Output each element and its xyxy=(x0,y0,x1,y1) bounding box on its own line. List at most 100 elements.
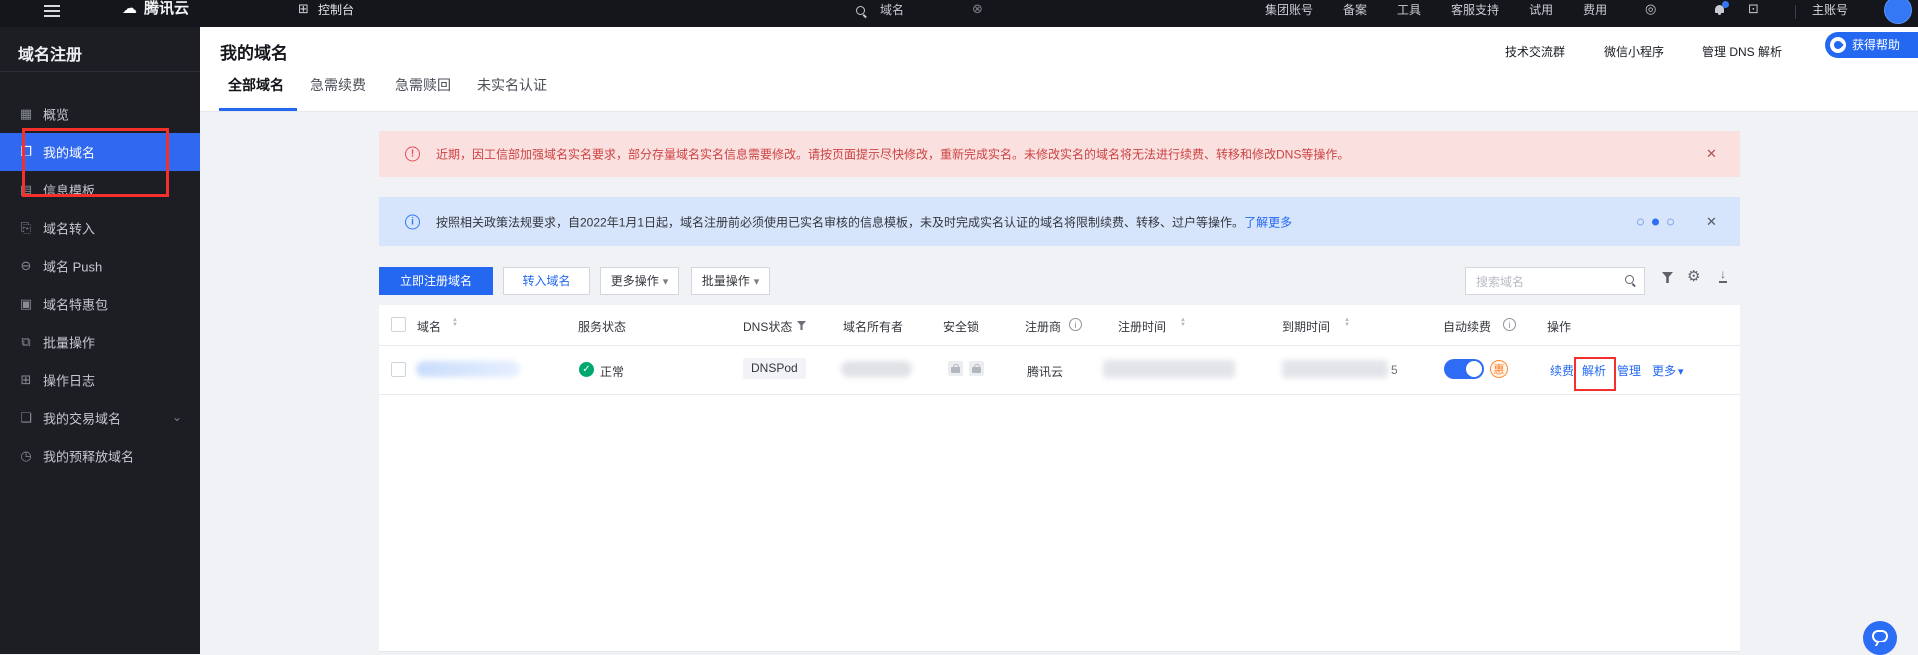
sort-icon-expire-time[interactable]: ▲▼ xyxy=(1343,318,1351,328)
domain-table-card: 域名 ▲▼ 服务状态 DNS状态 域名所有者 安全锁 注册商 i 注册时间 ▲▼… xyxy=(379,305,1740,652)
warning-banner: ! 近期，因工信部加强域名实名要求，部分存量域名实名信息需要修改。请按页面提示尽… xyxy=(379,131,1740,177)
info-template-icon: ▤ xyxy=(17,182,35,198)
active-tab-underline xyxy=(219,108,297,111)
update-lock-icon[interactable] xyxy=(969,361,984,376)
prerelease-icon: ◷ xyxy=(17,448,35,464)
sidebar-item-my-domains[interactable]: ❐ 我的域名 xyxy=(0,133,200,171)
menu-support[interactable]: 客服支持 xyxy=(1451,3,1499,17)
link-wechat-miniprogram[interactable]: 微信小程序 xyxy=(1604,43,1664,60)
col-domain-owner: 域名所有者 xyxy=(843,318,903,335)
account-label[interactable]: 主账号 xyxy=(1812,3,1848,17)
sidebar-item-domain-package[interactable]: ▣ 域名特惠包 xyxy=(0,285,200,323)
user-avatar[interactable] xyxy=(1884,0,1912,24)
topbar-divider xyxy=(1795,5,1796,19)
chevron-down-icon: ⌄ xyxy=(172,410,182,424)
col-expire-time: 到期时间 xyxy=(1282,318,1330,335)
info-icon-auto-renew[interactable]: i xyxy=(1503,318,1516,331)
tab-not-verified[interactable]: 未实名认证 xyxy=(477,75,547,95)
sidebar-item-operation-log[interactable]: ⊞ 操作日志 xyxy=(0,361,200,399)
sidebar-item-pre-release-domains[interactable]: ◷ 我的预释放域名 xyxy=(0,437,200,475)
more-actions-label: 更多操作 xyxy=(611,274,659,288)
sidebar-item-my-trade-domains[interactable]: ❏ 我的交易域名 ⌄ xyxy=(0,399,200,437)
sidebar-divider xyxy=(0,71,200,72)
warning-close-icon[interactable]: ✕ xyxy=(1706,146,1717,162)
overview-icon: ▦ xyxy=(17,106,35,122)
domain-name-redacted[interactable] xyxy=(416,361,520,377)
sidebar-item-label: 概览 xyxy=(43,105,69,124)
topbar-search-query[interactable]: 域名 xyxy=(880,3,904,17)
info-banner: i 按照相关政策法规要求，自2022年1月1日起，域名注册前必须使用已实名审核的… xyxy=(379,197,1740,246)
page-title: 我的域名 xyxy=(220,39,288,64)
caret-down-icon: ▾ xyxy=(663,276,669,288)
push-icon: ⊖ xyxy=(17,258,35,274)
sidebar-item-overview[interactable]: ▦ 概览 xyxy=(0,95,200,133)
learn-more-link[interactable]: 了解更多 xyxy=(1244,215,1292,229)
get-help-label: 获得帮助 xyxy=(1852,38,1900,52)
register-time-redacted xyxy=(1103,360,1235,378)
batch-actions-label: 批量操作 xyxy=(702,274,750,288)
search-clear-icon[interactable]: ⊗ xyxy=(972,2,983,16)
help-compass-icon xyxy=(1830,37,1846,53)
select-all-checkbox[interactable] xyxy=(391,317,406,332)
transfer-domain-button[interactable]: 转入域名 xyxy=(503,267,590,295)
sidebar-item-label: 操作日志 xyxy=(43,371,95,390)
renew-link[interactable]: 续费 xyxy=(1550,362,1574,379)
batch-actions-button[interactable]: 批量操作▾ xyxy=(691,267,770,295)
carousel-dots xyxy=(1637,218,1674,225)
sidebar-item-domain-transfer-in[interactable]: ⎘ 域名转入 xyxy=(0,209,200,247)
menu-icp[interactable]: 备案 xyxy=(1343,3,1367,17)
more-link[interactable]: 更多▾ xyxy=(1652,362,1684,379)
carousel-dot-2[interactable] xyxy=(1652,218,1659,225)
dns-resolve-link[interactable]: 解析 xyxy=(1582,362,1606,379)
tencent-cloud-logo[interactable]: 腾讯云 xyxy=(144,2,189,16)
info-icon-registrar[interactable]: i xyxy=(1069,318,1082,331)
carousel-dot-3[interactable] xyxy=(1667,218,1674,225)
log-icon: ⊞ xyxy=(17,372,35,388)
status-ok-icon: ✓ xyxy=(579,362,594,377)
trade-icon: ❏ xyxy=(17,410,35,426)
registrar-value: 腾讯云 xyxy=(1027,363,1063,380)
link-manage-dns[interactable]: 管理 DNS 解析 xyxy=(1702,43,1782,60)
row-checkbox[interactable] xyxy=(391,362,406,377)
sidebar-item-domain-push[interactable]: ⊖ 域名 Push xyxy=(0,247,200,285)
sort-icon-domain[interactable]: ▲▼ xyxy=(451,318,459,328)
register-domain-button[interactable]: 立即注册域名 xyxy=(379,267,493,295)
console-panel-icon[interactable]: ⊡ xyxy=(1748,2,1759,16)
tab-redeem-urgent[interactable]: 急需赎回 xyxy=(395,75,451,95)
auto-renew-toggle[interactable] xyxy=(1444,359,1484,379)
get-help-button[interactable]: 获得帮助 xyxy=(1825,32,1918,58)
search-icon[interactable] xyxy=(1625,275,1636,286)
filter-funnel-icon[interactable] xyxy=(1662,272,1673,283)
gear-icon[interactable]: ⚙ xyxy=(1687,267,1700,285)
console-link[interactable]: 控制台 xyxy=(318,3,354,17)
hamburger-menu-icon[interactable] xyxy=(44,2,60,20)
filter-icon-dns-status[interactable] xyxy=(797,321,806,330)
menu-billing[interactable]: 费用 xyxy=(1583,3,1607,17)
sidebar-item-label: 我的交易域名 xyxy=(43,409,121,428)
page-header: 我的域名 技术交流群 微信小程序 管理 DNS 解析 获得帮助 全部域名 急需续… xyxy=(200,27,1918,112)
promo-badge[interactable]: 惠 xyxy=(1490,360,1508,378)
manage-link[interactable]: 管理 xyxy=(1617,362,1641,379)
customer-service-chat-button[interactable] xyxy=(1863,621,1897,655)
carousel-dot-1[interactable] xyxy=(1637,218,1644,225)
sidebar-title: 域名注册 xyxy=(18,41,82,65)
download-icon[interactable]: ↓ xyxy=(1719,269,1727,283)
more-actions-button[interactable]: 更多操作 ▾ xyxy=(600,267,679,295)
menu-group-account[interactable]: 集团账号 xyxy=(1265,3,1313,17)
tab-all-domains[interactable]: 全部域名 xyxy=(228,75,284,95)
notification-bell-icon[interactable] xyxy=(1714,4,1726,16)
sidebar-item-info-template[interactable]: ▤ 信息模板 xyxy=(0,171,200,209)
col-dns-status: DNS状态 xyxy=(743,318,792,335)
transfer-lock-icon[interactable] xyxy=(948,361,963,376)
sort-icon-register-time[interactable]: ▲▼ xyxy=(1179,318,1187,328)
topbar-search-icon[interactable] xyxy=(856,6,867,17)
info-close-icon[interactable]: ✕ xyxy=(1706,214,1717,230)
menu-trial[interactable]: 试用 xyxy=(1529,3,1553,17)
tab-renewal-urgent[interactable]: 急需续费 xyxy=(310,75,366,95)
voice-icon[interactable]: ◎ xyxy=(1645,2,1656,16)
col-registrar: 注册商 xyxy=(1025,318,1061,335)
link-tech-group[interactable]: 技术交流群 xyxy=(1505,43,1565,60)
domain-search-input[interactable] xyxy=(1474,271,1618,293)
menu-tools[interactable]: 工具 xyxy=(1397,3,1421,17)
sidebar-item-batch-operations[interactable]: ⧉ 批量操作 xyxy=(0,323,200,361)
